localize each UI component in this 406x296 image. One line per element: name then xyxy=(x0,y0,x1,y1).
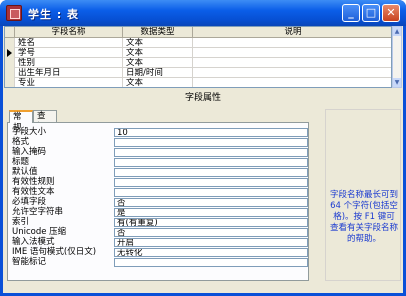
property-row: 输入掩码 xyxy=(12,148,308,157)
property-label: 输入法模式 xyxy=(12,237,55,247)
property-row: 默认值 xyxy=(12,168,308,177)
property-label: 必填字段 xyxy=(12,197,47,207)
scroll-up-icon[interactable]: ▲ xyxy=(393,27,401,36)
table-row[interactable]: 专业 文本 xyxy=(5,78,391,87)
table-design-window: 学生 : 表 _ □ ✕ 字段名称 数据类型 说明 姓名 文本 学号 文本 性别… xyxy=(0,0,406,296)
description-cell[interactable] xyxy=(193,78,391,87)
property-label: 有效性文本 xyxy=(12,187,55,197)
data-type-cell[interactable]: 日期/时间 xyxy=(123,68,193,78)
property-value-input[interactable]: 否 xyxy=(114,228,308,237)
property-value-input[interactable]: 开启 xyxy=(114,238,308,247)
property-row: 字段大小 10 xyxy=(12,128,308,137)
property-value-input[interactable]: 无转化 xyxy=(114,248,308,257)
property-row: Unicode 压缩 否 xyxy=(12,228,308,237)
property-label: IME 语句模式(仅日文) xyxy=(12,247,97,257)
tab-lookup[interactable]: 查阅 xyxy=(33,110,57,132)
property-label: 智能标记 xyxy=(12,257,47,267)
tab-general[interactable]: 常规 xyxy=(9,110,33,133)
property-value-input[interactable]: 有(有重复) xyxy=(114,218,308,227)
description-cell[interactable] xyxy=(193,68,391,78)
table-row[interactable]: 学号 文本 xyxy=(5,48,391,58)
property-row: 有效性文本 xyxy=(12,188,308,197)
property-label: 索引 xyxy=(12,217,30,227)
property-label: 允许空字符串 xyxy=(12,207,64,217)
field-grid[interactable]: 字段名称 数据类型 说明 姓名 文本 学号 文本 性别 文本 出生年月日 日期/… xyxy=(4,26,392,88)
field-name-cell[interactable]: 性别 xyxy=(15,58,123,68)
field-name-cell[interactable]: 学号 xyxy=(15,48,123,58)
data-type-cell[interactable]: 文本 xyxy=(123,38,193,48)
field-name-cell[interactable]: 姓名 xyxy=(15,38,123,48)
field-name-cell[interactable]: 专业 xyxy=(15,78,123,87)
maximize-button[interactable]: □ xyxy=(362,4,380,22)
property-value-input[interactable] xyxy=(114,148,308,157)
close-button[interactable]: ✕ xyxy=(382,4,400,22)
property-value-input[interactable]: 10 xyxy=(114,128,308,137)
property-row: 必填字段 否 xyxy=(12,198,308,207)
property-row: 标题 xyxy=(12,158,308,167)
grid-header: 字段名称 数据类型 说明 xyxy=(5,27,391,38)
table-row[interactable]: 出生年月日 日期/时间 xyxy=(5,68,391,78)
field-properties-panel: 字段大小 10 格式 输入掩码 标题 默认值 有效性规则 有效性文本 必填字段 … xyxy=(7,122,309,281)
data-type-cell[interactable]: 文本 xyxy=(123,58,193,68)
field-properties-label: 字段属性 xyxy=(184,93,221,103)
column-header-description[interactable]: 说明 xyxy=(193,27,391,38)
row-selector[interactable] xyxy=(5,58,15,68)
row-selector[interactable] xyxy=(5,38,15,48)
description-cell[interactable] xyxy=(193,38,391,48)
current-row-arrow-icon xyxy=(7,49,12,57)
property-label: 格式 xyxy=(12,137,30,147)
property-value-input[interactable] xyxy=(114,258,308,267)
minimize-button[interactable]: _ xyxy=(342,4,360,22)
property-label: Unicode 压缩 xyxy=(12,227,67,237)
property-row: 索引 有(有重复) xyxy=(12,218,308,227)
property-label: 有效性规则 xyxy=(12,177,55,187)
column-header-data-type[interactable]: 数据类型 xyxy=(123,27,193,38)
window-title: 学生 : 表 xyxy=(28,8,80,21)
data-type-cell[interactable]: 文本 xyxy=(123,78,193,87)
help-text: 字段名称最长可到 64 个字符(包括空格)。按 F1 键可查看有关字段名称的帮助… xyxy=(329,190,398,244)
description-cell[interactable] xyxy=(193,48,391,58)
help-panel: 字段名称最长可到 64 个字符(包括空格)。按 F1 键可查看有关字段名称的帮助… xyxy=(325,109,401,281)
property-value-input[interactable] xyxy=(114,168,308,177)
property-row: 输入法模式 开启 xyxy=(12,238,308,247)
row-selector-header[interactable] xyxy=(5,27,15,38)
property-row: 有效性规则 xyxy=(12,178,308,187)
property-row: 智能标记 xyxy=(12,258,308,267)
property-row: 格式 xyxy=(12,138,308,147)
property-row: IME 语句模式(仅日文) 无转化 xyxy=(12,248,308,257)
property-value-input[interactable] xyxy=(114,138,308,147)
scroll-down-icon[interactable]: ▼ xyxy=(393,78,401,87)
property-value-input[interactable]: 否 xyxy=(114,198,308,207)
table-row[interactable]: 性别 文本 xyxy=(5,58,391,68)
row-selector[interactable] xyxy=(5,48,15,58)
data-type-cell[interactable]: 文本 xyxy=(123,48,193,58)
title-bar[interactable]: 学生 : 表 _ □ ✕ xyxy=(0,0,406,26)
property-label: 输入掩码 xyxy=(12,147,47,157)
grid-vertical-scrollbar[interactable]: ▲ ▼ xyxy=(392,26,402,88)
row-selector[interactable] xyxy=(5,68,15,78)
property-label: 字段大小 xyxy=(12,127,47,137)
property-value-input[interactable] xyxy=(114,158,308,167)
property-row: 允许空字符串 是 xyxy=(12,208,308,217)
property-label: 默认值 xyxy=(12,167,38,177)
property-value-input[interactable] xyxy=(114,188,308,197)
field-name-cell[interactable]: 出生年月日 xyxy=(15,68,123,78)
column-header-field-name[interactable]: 字段名称 xyxy=(15,27,123,38)
window-client-area: 字段名称 数据类型 说明 姓名 文本 学号 文本 性别 文本 出生年月日 日期/… xyxy=(3,26,403,293)
property-label: 标题 xyxy=(12,157,30,167)
table-icon[interactable] xyxy=(6,5,22,21)
description-cell[interactable] xyxy=(193,58,391,68)
property-value-input[interactable]: 是 xyxy=(114,208,308,217)
property-value-input[interactable] xyxy=(114,178,308,187)
row-selector[interactable] xyxy=(5,78,15,87)
table-row[interactable]: 姓名 文本 xyxy=(5,38,391,48)
